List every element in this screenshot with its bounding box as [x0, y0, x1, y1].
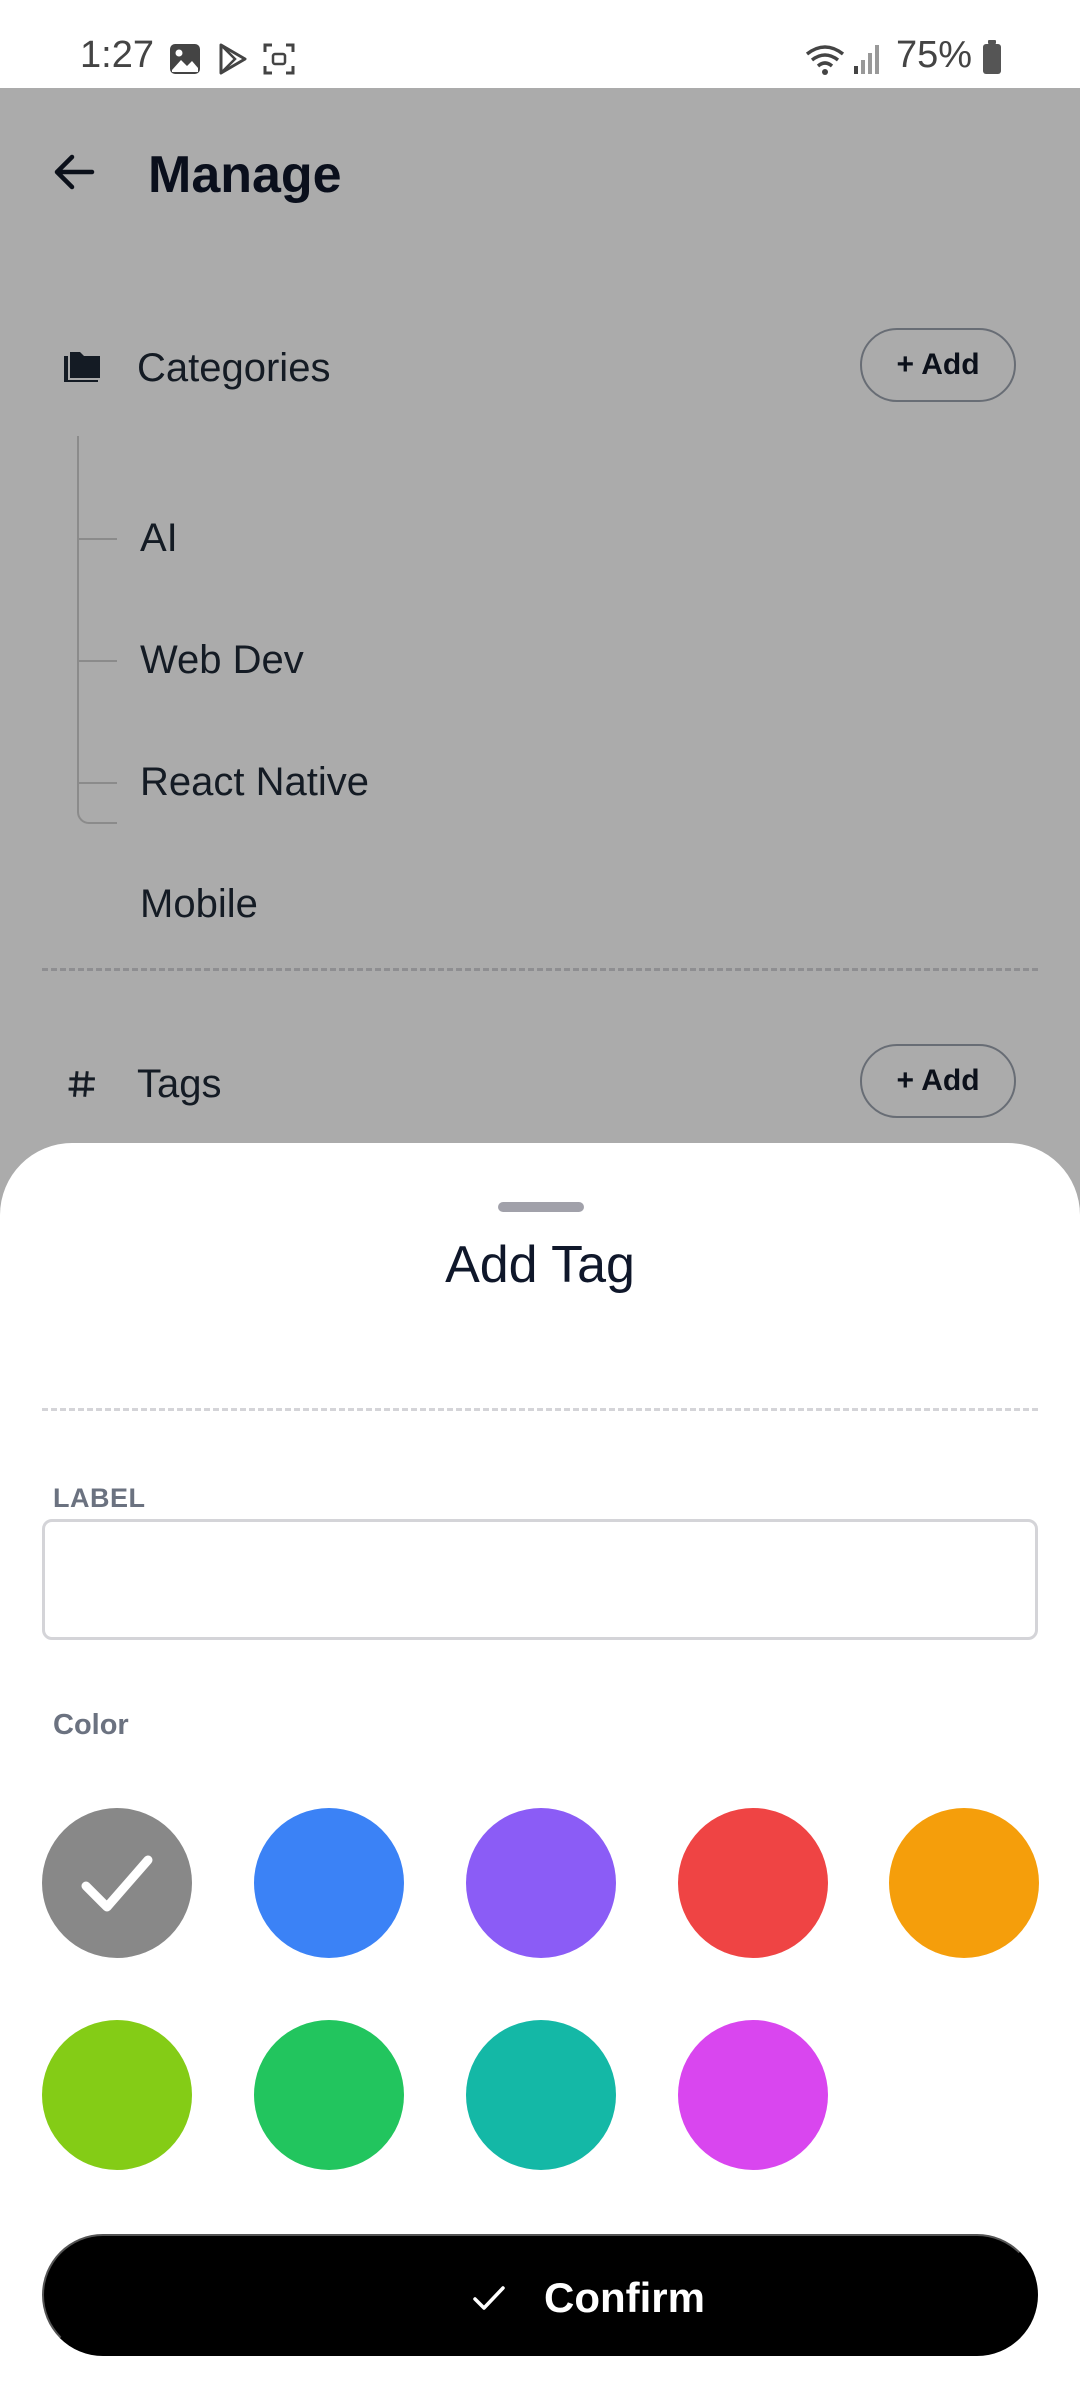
color-swatch-red[interactable] [678, 1808, 828, 1958]
sheet-title: Add Tag [445, 1236, 635, 1294]
color-swatch-amber[interactable] [889, 1808, 1039, 1958]
wifi-icon [805, 45, 845, 75]
check-icon [81, 1855, 153, 1912]
color-swatch-green[interactable] [254, 2020, 404, 2170]
color-swatch-lime[interactable] [42, 2020, 192, 2170]
sheet-drag-handle[interactable] [498, 1202, 584, 1212]
screenshot-icon [263, 43, 295, 75]
check-icon [473, 2286, 505, 2310]
color-field-label: Color [53, 1709, 129, 1741]
gallery-notification-icon [170, 44, 200, 74]
add-tag-sheet: Add Tag LABEL Color Confirm [0, 1143, 1080, 2400]
color-swatch-blue[interactable] [254, 1808, 404, 1958]
play-store-icon [219, 43, 247, 75]
color-swatch-gray[interactable] [42, 1808, 192, 1958]
status-time: 1:27 [80, 34, 154, 76]
confirm-button[interactable]: Confirm [42, 2234, 1038, 2356]
status-bar: 1:27 75% [0, 0, 1080, 88]
color-swatch-fuchsia[interactable] [678, 2020, 828, 2170]
signal-icon [854, 45, 879, 74]
battery-percent: 75% [895, 34, 972, 76]
color-swatch-purple[interactable] [466, 1808, 616, 1958]
label-field-label: LABEL [53, 1483, 146, 1513]
color-swatch-teal[interactable] [466, 2020, 616, 2170]
confirm-label: Confirm [544, 2274, 705, 2321]
sheet-divider [42, 1408, 1038, 1411]
tag-label-input[interactable] [42, 1519, 1038, 1640]
battery-icon [983, 40, 1001, 74]
